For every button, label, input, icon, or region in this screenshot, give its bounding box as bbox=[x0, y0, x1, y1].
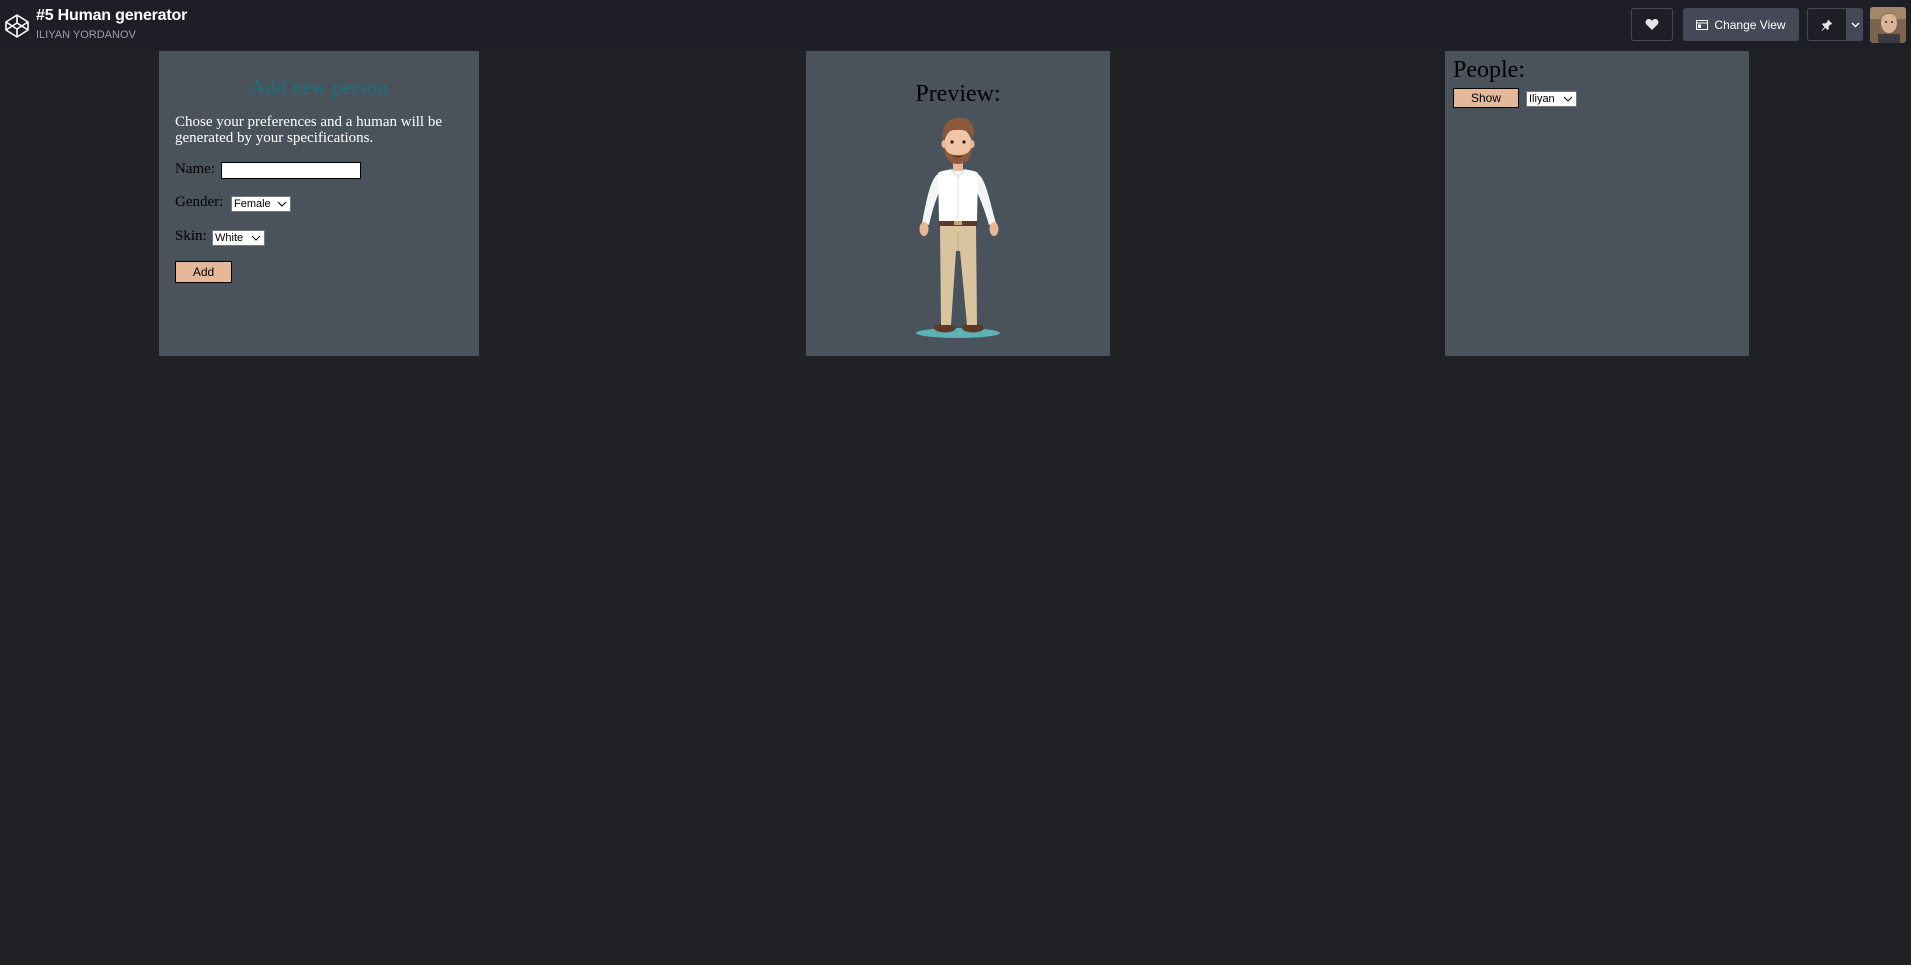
pin-button[interactable] bbox=[1807, 8, 1847, 41]
avatar[interactable] bbox=[1870, 7, 1906, 43]
person-select[interactable]: Iliyan bbox=[1526, 91, 1577, 107]
skin-select[interactable]: White bbox=[212, 230, 265, 246]
human-figure-image bbox=[916, 117, 1000, 338]
gender-label: Gender: bbox=[175, 194, 224, 210]
preview-panel: Preview: bbox=[806, 51, 1110, 356]
avatar-image bbox=[1870, 7, 1906, 43]
person-selected-value: Iliyan bbox=[1529, 93, 1555, 105]
topbar: #5 Human generator ILIYAN YORDANOV Chang… bbox=[0, 0, 1911, 50]
pen-title: #5 Human generator bbox=[36, 7, 188, 24]
heart-button[interactable] bbox=[1631, 8, 1673, 41]
gender-select[interactable]: Female bbox=[231, 196, 291, 212]
pin-icon bbox=[1821, 19, 1833, 31]
show-button[interactable]: Show bbox=[1453, 88, 1519, 108]
add-person-description: Chose your preferences and a human will … bbox=[175, 114, 442, 146]
name-input[interactable] bbox=[221, 162, 361, 179]
skin-selected-value: White bbox=[215, 232, 244, 244]
author-name[interactable]: ILIYAN YORDANOV bbox=[36, 29, 136, 41]
skin-label: Skin: bbox=[175, 228, 207, 244]
change-view-icon bbox=[1696, 19, 1709, 30]
chevron-down-icon bbox=[251, 235, 261, 241]
chevron-down-icon bbox=[277, 201, 287, 207]
name-label: Name: bbox=[175, 161, 215, 177]
people-panel: People: Show Iliyan bbox=[1445, 51, 1749, 356]
add-person-panel: Add new person Chose your preferences an… bbox=[159, 51, 479, 356]
change-view-label: Change View bbox=[1714, 17, 1786, 32]
preview-heading: Preview: bbox=[915, 81, 1001, 107]
chevron-down-icon bbox=[1563, 96, 1573, 102]
gender-selected-value: Female bbox=[234, 198, 271, 210]
chevron-down-icon bbox=[1851, 22, 1859, 27]
add-person-heading: Add new person bbox=[250, 75, 388, 99]
codepen-logo-icon[interactable] bbox=[4, 13, 30, 39]
pin-dropdown-button[interactable] bbox=[1847, 8, 1863, 41]
change-view-button[interactable]: Change View bbox=[1683, 8, 1799, 41]
add-button[interactable]: Add bbox=[175, 261, 232, 283]
people-heading: People: bbox=[1453, 57, 1525, 83]
heart-icon bbox=[1645, 19, 1659, 30]
